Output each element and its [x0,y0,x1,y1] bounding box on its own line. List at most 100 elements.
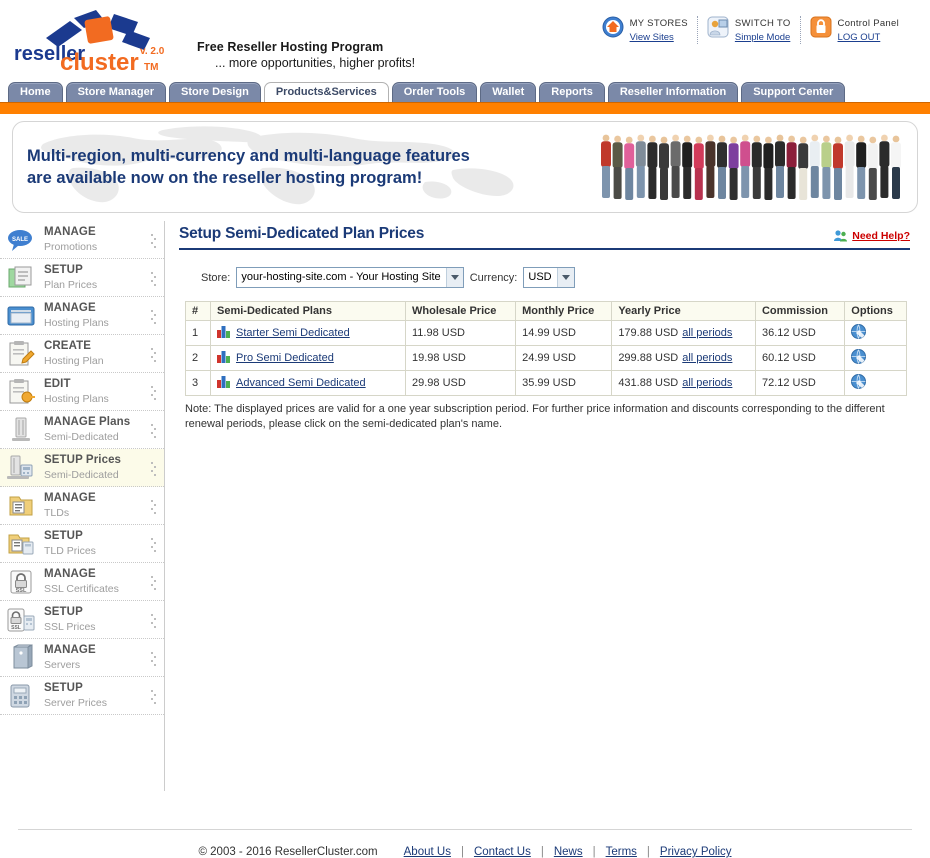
drag-handle-icon [151,500,156,514]
sidebar-item-title: SETUP [44,529,83,542]
monthly-price: 14.99 USD [515,320,613,346]
footer-link-about-us[interactable]: About Us [404,846,451,858]
home-circle-icon [602,16,624,38]
banner-line-1: Multi-region, multi-currency and multi-l… [27,147,470,165]
nav-tab-wallet[interactable]: Wallet [480,82,537,102]
yearly-price-cell: 299.88 USD all periods [611,345,756,371]
footer-link-privacy-policy[interactable]: Privacy Policy [660,846,732,858]
header-tools: MY STORES View Sites SWITCH TO Simple Mo… [593,16,908,44]
sidebar-item-servers[interactable]: MANAGE Servers [0,639,164,677]
sidebar-item-hosting-plans[interactable]: MANAGE Hosting Plans [0,297,164,335]
sidebar-item-title: MANAGE [44,567,96,580]
server-price-icon [4,452,38,484]
table-row: 2 Pro Semi Dedicated 19.98 USD 24.99 USD 299… [185,345,907,371]
sidebar-item-title: MANAGE [44,225,96,238]
sidebar-item-subtitle: Hosting Plans [44,392,109,405]
nav-tab-reseller-information[interactable]: Reseller Information [607,82,739,102]
options-cell [844,370,907,396]
orange-divider-bar [0,102,930,114]
drag-handle-icon [151,310,156,324]
tagline-line-2: ... more opportunities, higher profits! [215,56,416,70]
details-globe-icon[interactable] [851,374,867,392]
column-header-: # [185,301,211,321]
control-panel-tool[interactable]: Control Panel LOG OUT [799,16,908,44]
sidebar-item-subtitle: SSL Prices [44,620,96,633]
wholesale-price: 19.98 USD [404,345,517,371]
sidebar-item-hosting-plan[interactable]: CREATE Hosting Plan [0,335,164,373]
store-select[interactable]: your-hosting-site.com - Your Hosting Sit… [236,267,464,288]
sidebar-item-subtitle: Hosting Plan [44,354,104,367]
monthly-price: 35.99 USD [515,370,613,396]
promo-banner[interactable]: Multi-region, multi-currency and multi-l… [12,121,918,213]
sidebar-item-title: CREATE [44,339,92,352]
page-body: SALE MANAGE Promotions SETUP Plan Prices MANA… [0,221,930,791]
simple-mode-link[interactable]: Simple Mode [735,32,791,44]
plan-name-link[interactable]: Starter Semi Dedicated [236,327,350,339]
user-switch-icon [707,16,729,38]
drag-handle-icon [151,272,156,286]
padlock-icon [810,16,832,38]
site-logo[interactable]: reseller cluster TM v. 2.0 [8,8,188,74]
sidebar-item-plan-prices[interactable]: SETUP Plan Prices [0,259,164,297]
all-periods-link[interactable]: all periods [682,327,732,339]
server-box-icon [4,642,38,674]
my-stores-tool[interactable]: MY STORES View Sites [593,16,697,44]
column-header-semi-dedicated-plans: Semi-Dedicated Plans [210,301,406,321]
my-stores-label: MY STORES [629,18,688,29]
sidebar-item-title: SETUP [44,263,83,276]
logout-link[interactable]: LOG OUT [838,32,899,44]
sidebar-item-server-prices[interactable]: SETUP Server Prices [0,677,164,715]
sidebar-item-semi-dedicated[interactable]: MANAGE Plans Semi-Dedicated [0,411,164,449]
column-header-monthly-price: Monthly Price [515,301,613,321]
footer-separator: | [592,846,596,858]
footer-content: © 2003 - 2016 ResellerCluster.com About … [0,830,930,858]
currency-select-value: USD [528,271,552,283]
ssl-price-icon: SSL [4,604,38,636]
all-periods-link[interactable]: all periods [682,352,732,364]
row-number: 2 [185,345,211,371]
view-sites-link[interactable]: View Sites [630,32,688,44]
people-group-photo [601,134,901,200]
title-underline [179,248,910,250]
nav-tab-products-services[interactable]: Products&Services [263,82,389,102]
sidebar-item-hosting-plans[interactable]: EDIT Hosting Plans [0,373,164,411]
sidebar-item-semi-dedicated[interactable]: SETUP Prices Semi-Dedicated [0,449,164,487]
sidebar-item-ssl-certificates[interactable]: SSL MANAGE SSL Certificates [0,563,164,601]
logo-tm: TM [144,62,158,73]
nav-tab-reports[interactable]: Reports [539,82,605,102]
sidebar-item-subtitle: Promotions [44,240,98,253]
plan-name-link[interactable]: Advanced Semi Dedicated [236,377,366,389]
nav-tab-home[interactable]: Home [8,82,63,102]
need-help-block[interactable]: Need Help? [833,228,910,243]
wholesale-price: 11.98 USD [404,320,517,346]
page-title: Setup Semi-Dedicated Plan Prices [179,225,425,242]
plan-blocks-icon [217,375,230,391]
drag-handle-icon [151,690,156,704]
footer-link-terms[interactable]: Terms [606,846,637,858]
nav-tab-store-manager[interactable]: Store Manager [65,82,166,102]
sidebar-item-tlds[interactable]: MANAGE TLDs [0,487,164,525]
details-globe-icon[interactable] [851,324,867,342]
sidebar-item-ssl-prices[interactable]: SSL SETUP SSL Prices [0,601,164,639]
svg-text:SALE: SALE [12,237,28,243]
sidebar-item-promotions[interactable]: SALE MANAGE Promotions [0,221,164,259]
nav-tab-store-design[interactable]: Store Design [168,82,261,102]
sale-tag-icon: SALE [4,224,38,256]
drag-handle-icon [151,614,156,628]
nav-tab-support-center[interactable]: Support Center [741,82,846,102]
sidebar-item-title: SETUP [44,681,83,694]
all-periods-link[interactable]: all periods [682,377,732,389]
sidebar-item-title: MANAGE [44,301,96,314]
need-help-link[interactable]: Need Help? [852,230,910,242]
sidebar-item-tld-prices[interactable]: SETUP TLD Prices [0,525,164,563]
footer-link-news[interactable]: News [554,846,583,858]
nav-tab-order-tools[interactable]: Order Tools [391,82,478,102]
sidebar-item-title: MANAGE [44,643,96,656]
footer-link-contact-us[interactable]: Contact Us [474,846,531,858]
commission-value: 72.12 USD [754,370,846,396]
currency-select[interactable]: USD [523,267,575,288]
details-globe-icon[interactable] [851,349,867,367]
switch-mode-tool[interactable]: SWITCH TO Simple Mode [696,16,800,44]
store-label: Store: [201,271,231,284]
plan-name-link[interactable]: Pro Semi Dedicated [236,352,334,364]
